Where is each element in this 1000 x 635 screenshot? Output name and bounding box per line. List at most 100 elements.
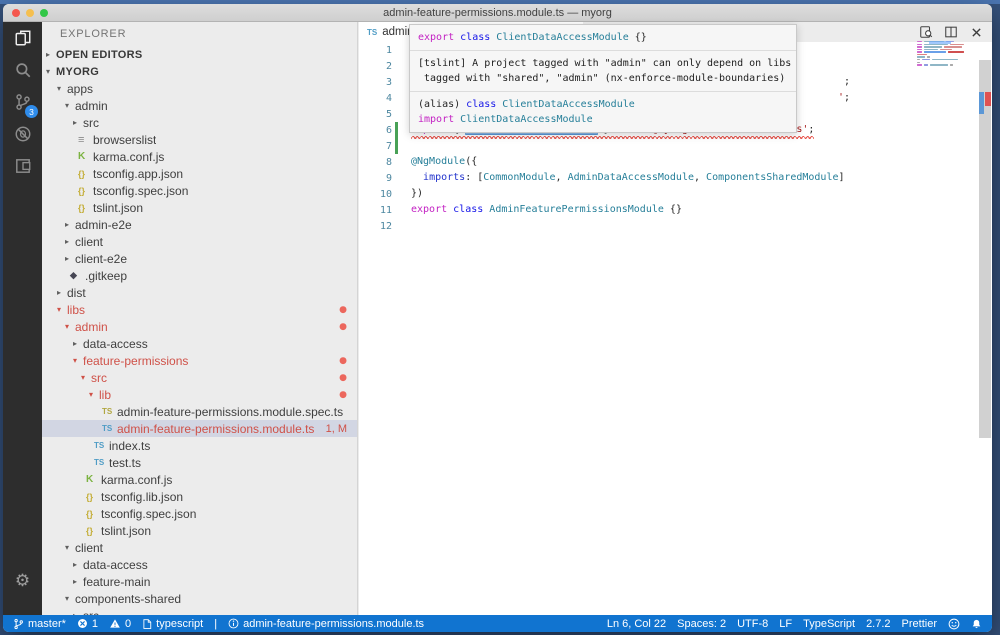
tree-item-admin-e2e[interactable]: ▸admin-e2e <box>42 216 357 233</box>
tree-item-tsconfig-spec-json[interactable]: {}tsconfig.spec.json <box>42 182 357 199</box>
item-label: lib <box>99 388 111 402</box>
scrollbar-slider[interactable] <box>979 60 991 438</box>
tree-item-index-ts[interactable]: TSindex.ts <box>42 437 357 454</box>
statusbar-ln-6-col-22[interactable]: Ln 6, Col 22 <box>607 618 666 630</box>
chevron-collapsed-icon[interactable]: ▸ <box>73 118 83 127</box>
open-preview-icon[interactable] <box>918 24 934 40</box>
tree-item-tsconfig-spec-json[interactable]: {}tsconfig.spec.json <box>42 505 357 522</box>
tree-item-test-ts[interactable]: TStest.ts <box>42 454 357 471</box>
code-line-7[interactable]: 7 <box>359 138 978 154</box>
tree-item-libs[interactable]: ▾libs● <box>42 301 357 318</box>
statusbar-prettier[interactable]: Prettier <box>902 618 937 630</box>
tree-item-client[interactable]: ▾client <box>42 539 357 556</box>
chevron-expanded-icon[interactable]: ▾ <box>81 373 91 382</box>
tree-item-src[interactable]: ▾src● <box>42 369 357 386</box>
tree-item-tsconfig-lib-json[interactable]: {}tsconfig.lib.json <box>42 488 357 505</box>
hover-alias-info: (alias) class ClientDataAccessModuleimpo… <box>410 91 796 132</box>
file-type-icon-braces: {} <box>78 186 93 196</box>
chevron-expanded-icon[interactable]: ▾ <box>65 594 75 603</box>
statusbar-git-branch[interactable]: master* <box>13 618 66 630</box>
statusbar-error-circle[interactable]: 1 <box>77 618 98 630</box>
chevron-expanded-icon[interactable]: ▾ <box>73 356 83 365</box>
tree-item-data-access[interactable]: ▸data-access <box>42 335 357 352</box>
tree-item-lib[interactable]: ▾lib● <box>42 386 357 403</box>
chevron-collapsed-icon[interactable]: ▸ <box>46 50 56 59</box>
tree-item-feature-permissions[interactable]: ▾feature-permissions● <box>42 352 357 369</box>
code-line-10[interactable]: 10}) <box>359 186 978 202</box>
tree-item-admin[interactable]: ▾admin <box>42 97 357 114</box>
git-added-gutter <box>395 122 398 138</box>
tree-item-karma-conf-js[interactable]: Kkarma.conf.js <box>42 471 357 488</box>
file-type-icon-karma: K <box>86 474 101 485</box>
tree-item-admin[interactable]: ▾admin● <box>42 318 357 335</box>
chevron-collapsed-icon[interactable]: ▸ <box>65 254 75 263</box>
chevron-collapsed-icon[interactable]: ▸ <box>57 288 67 297</box>
tree-item-src[interactable]: ▸src <box>42 607 357 615</box>
tree-item-client-e2e[interactable]: ▸client-e2e <box>42 250 357 267</box>
tree-item-admin-feature-permissions-module-ts[interactable]: TSadmin-feature-permissions.module.ts1, … <box>42 420 357 437</box>
statusbar-2-7-2[interactable]: 2.7.2 <box>866 618 890 630</box>
statusbar-utf-8[interactable]: UTF-8 <box>737 618 768 630</box>
activity-item-explorer-icon[interactable] <box>3 22 42 54</box>
zoom-window-icon[interactable] <box>40 9 48 17</box>
settings-gear-icon[interactable]: ⚙ <box>3 571 42 591</box>
chevron-collapsed-icon[interactable]: ▸ <box>73 577 83 586</box>
split-editor-icon[interactable] <box>943 24 959 40</box>
chevron-collapsed-icon[interactable]: ▸ <box>73 339 83 348</box>
activity-item-debug-icon[interactable] <box>3 118 42 150</box>
minimap[interactable] <box>917 41 975 63</box>
tree-item-admin-feature-permissions-module-spec-ts[interactable]: TSadmin-feature-permissions.module.spec.… <box>42 403 357 420</box>
statusbar-label: 0 <box>125 618 131 630</box>
statusbar-doc-status[interactable]: typescript <box>142 618 203 630</box>
chevron-expanded-icon[interactable]: ▾ <box>57 84 67 93</box>
section-open-editors[interactable]: ▸OPEN EDITORS <box>42 46 357 63</box>
tree-item-client[interactable]: ▸client <box>42 233 357 250</box>
code-line-11[interactable]: 11export class AdminFeaturePermissionsMo… <box>359 202 978 218</box>
close-editor-icon[interactable] <box>968 24 984 40</box>
statusbar-spaces-2[interactable]: Spaces: 2 <box>677 618 726 630</box>
chevron-expanded-icon[interactable]: ▾ <box>89 390 99 399</box>
statusbar-bell[interactable] <box>971 618 982 630</box>
tree-item-tsconfig-app-json[interactable]: {}tsconfig.app.json <box>42 165 357 182</box>
statusbar-warning-triangle[interactable]: 0 <box>109 618 131 630</box>
tree-item-components-shared[interactable]: ▾components-shared <box>42 590 357 607</box>
chevron-expanded-icon[interactable]: ▾ <box>46 67 56 76</box>
chevron-collapsed-icon[interactable]: ▸ <box>65 237 75 246</box>
title-bar[interactable]: admin-feature-permissions.module.ts — my… <box>3 4 992 22</box>
line-content: }) <box>411 186 423 202</box>
chevron-expanded-icon[interactable]: ▾ <box>65 101 75 110</box>
minimize-window-icon[interactable] <box>26 9 34 17</box>
activity-item-source-control-icon[interactable]: 3 <box>3 86 42 118</box>
section-myorg[interactable]: ▾MYORG <box>42 63 357 80</box>
tree-item-tslint-json[interactable]: {}tslint.json <box>42 199 357 216</box>
close-window-icon[interactable] <box>12 9 20 17</box>
gutter <box>395 218 398 234</box>
code-line-12[interactable]: 12 <box>359 218 978 234</box>
tree-item-data-access[interactable]: ▸data-access <box>42 556 357 573</box>
chevron-expanded-icon[interactable]: ▾ <box>65 543 75 552</box>
sidebar-title: EXPLORER <box>42 22 357 46</box>
tree-item-dist[interactable]: ▸dist <box>42 284 357 301</box>
tree-item-browserslist[interactable]: ≡browserslist <box>42 131 357 148</box>
gutter <box>395 74 398 90</box>
activity-item-extensions-icon[interactable] <box>3 150 42 182</box>
tree-item-karma-conf-js[interactable]: Kkarma.conf.js <box>42 148 357 165</box>
tree-item-feature-main[interactable]: ▸feature-main <box>42 573 357 590</box>
statusbar-smiley[interactable] <box>948 618 960 630</box>
chevron-collapsed-icon[interactable]: ▸ <box>73 560 83 569</box>
tree-item--gitkeep[interactable]: ◆.gitkeep <box>42 267 357 284</box>
statusbar-lf[interactable]: LF <box>779 618 792 630</box>
chevron-expanded-icon[interactable]: ▾ <box>57 305 67 314</box>
chevron-expanded-icon[interactable]: ▾ <box>65 322 75 331</box>
code-line-8[interactable]: 8@NgModule({ <box>359 154 978 170</box>
editor-scrollbar[interactable] <box>978 22 992 615</box>
tree-item-apps[interactable]: ▾apps <box>42 80 357 97</box>
statusbar-typescript[interactable]: TypeScript <box>803 618 855 630</box>
tree-item-tslint-json[interactable]: {}tslint.json <box>42 522 357 539</box>
activity-item-search-icon[interactable] <box>3 54 42 86</box>
statusbar-info-circle[interactable]: admin-feature-permissions.module.ts <box>228 618 424 630</box>
line-number: 6 <box>359 125 392 136</box>
chevron-collapsed-icon[interactable]: ▸ <box>65 220 75 229</box>
code-line-9[interactable]: 9 imports: [CommonModule, AdminDataAcces… <box>359 170 978 186</box>
tree-item-src[interactable]: ▸src <box>42 114 357 131</box>
